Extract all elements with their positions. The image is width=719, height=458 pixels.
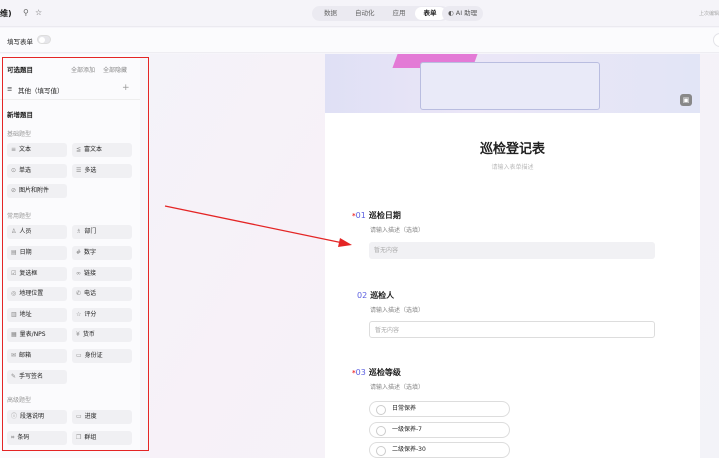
annotation-arrow	[164, 205, 352, 247]
